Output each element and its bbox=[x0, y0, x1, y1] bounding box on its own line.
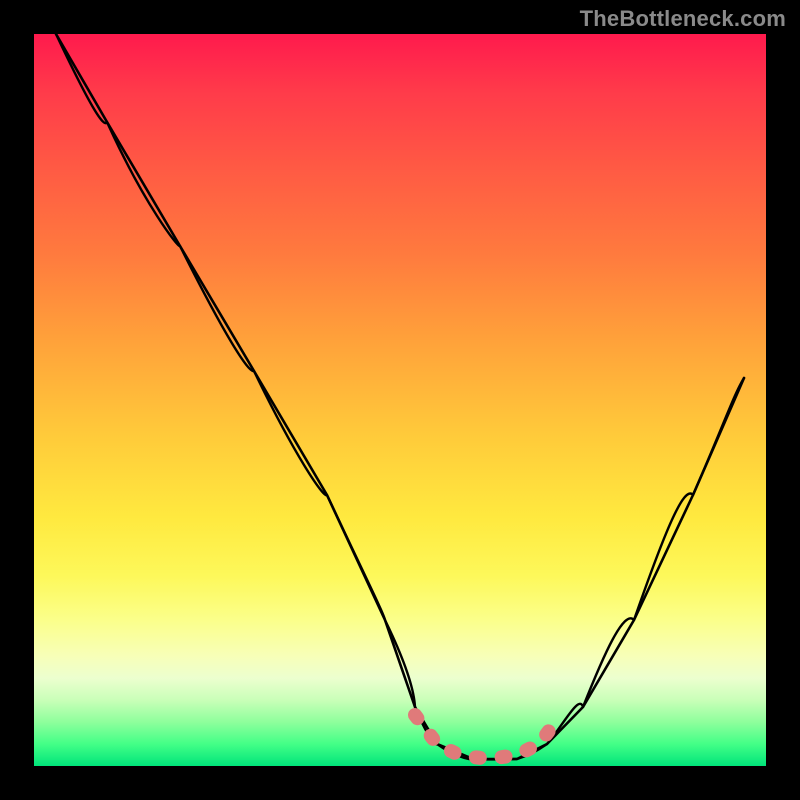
curve-layer bbox=[34, 34, 766, 766]
plot-area bbox=[34, 34, 766, 766]
bottleneck-curve bbox=[56, 34, 744, 759]
optimal-zone-marker bbox=[415, 715, 561, 759]
chart-frame: TheBottleneck.com bbox=[0, 0, 800, 800]
watermark-text: TheBottleneck.com bbox=[580, 6, 786, 32]
